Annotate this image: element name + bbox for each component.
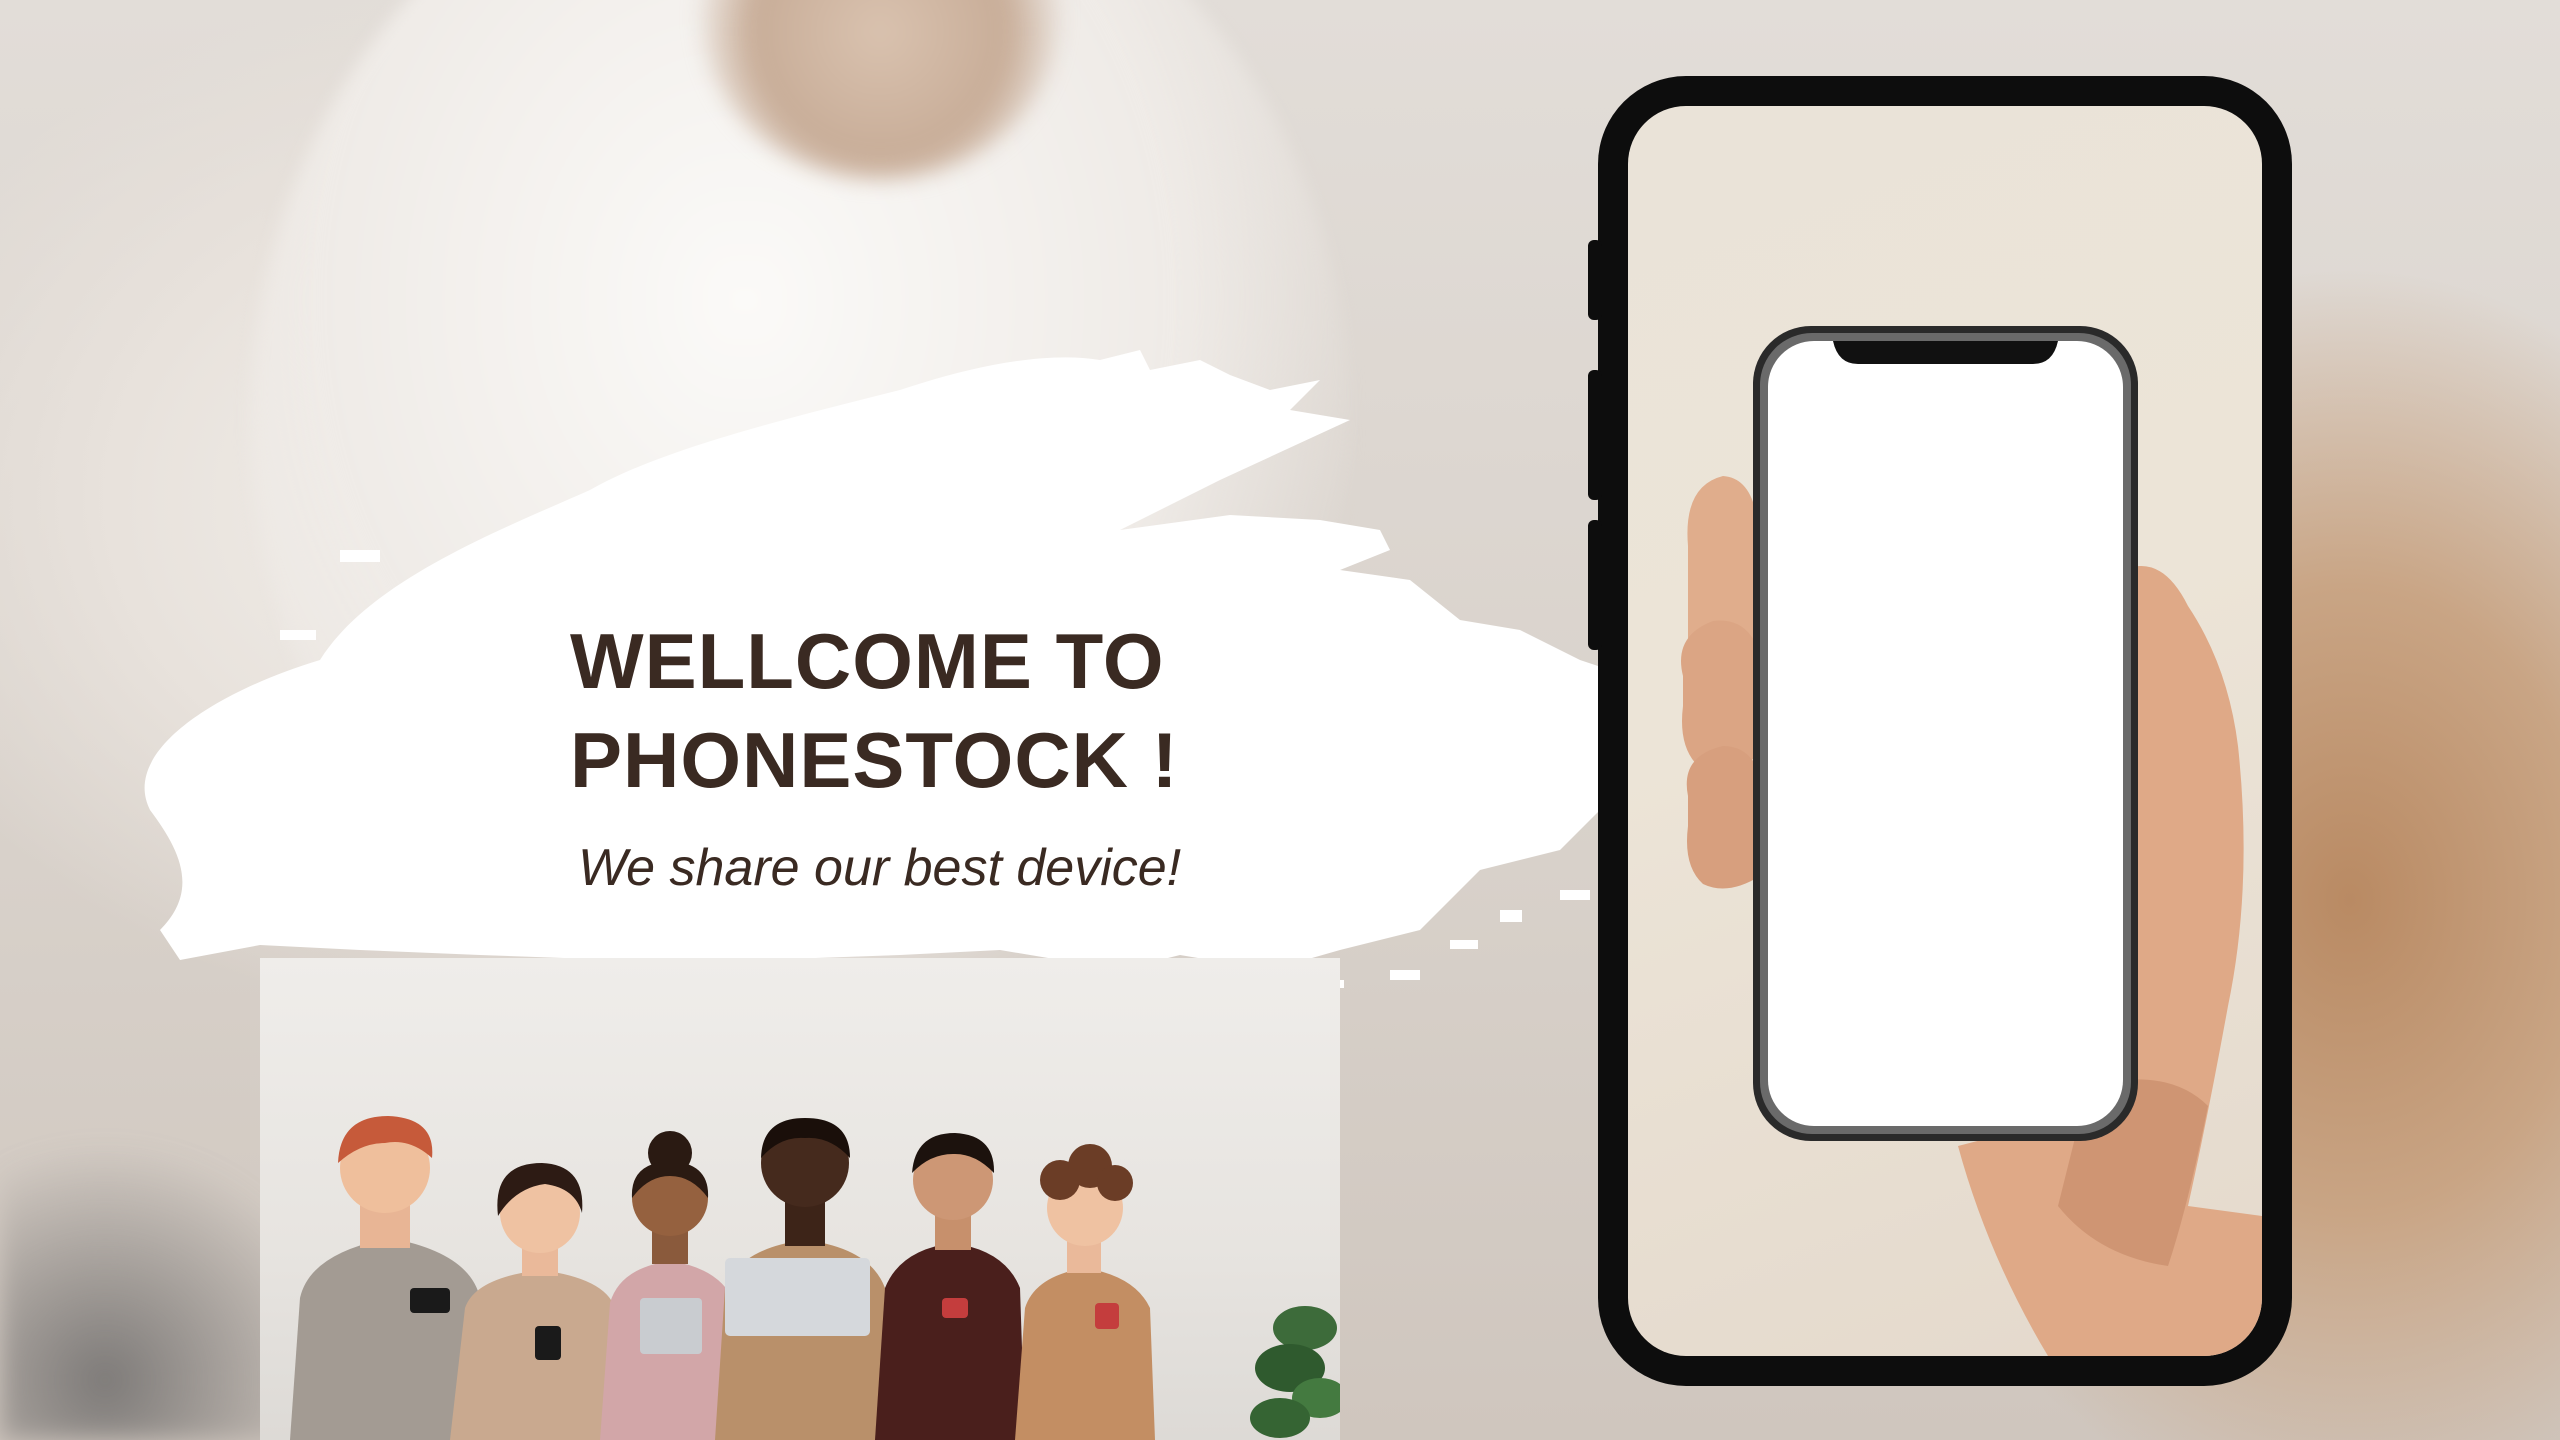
tagline: We share our best device!	[578, 839, 1182, 897]
person-4	[715, 1118, 895, 1440]
held-phone	[1753, 326, 2138, 1141]
heading-line-2: PHONESTOCK !	[570, 716, 1179, 804]
person-2	[450, 1163, 620, 1440]
person-6	[1015, 1144, 1155, 1440]
heading-line-1: WELLCOME TO	[570, 617, 1165, 705]
plant	[1250, 1306, 1340, 1438]
group-photo	[260, 958, 1340, 1440]
volume-down-button	[1588, 520, 1602, 650]
person-5	[875, 1133, 1025, 1440]
phone-side-button	[1588, 240, 1602, 320]
welcome-heading: WELLCOME TO PHONESTOCK !	[570, 612, 1179, 810]
volume-up-button	[1588, 370, 1602, 500]
phone-mockup-screen	[1628, 106, 2262, 1356]
